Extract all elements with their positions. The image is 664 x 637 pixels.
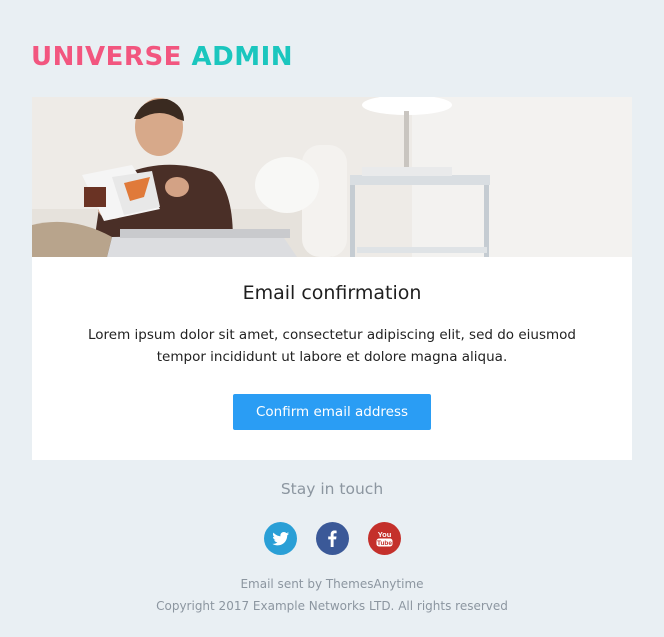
email-title: Email confirmation — [242, 282, 422, 304]
confirm-email-button[interactable]: Confirm email address — [233, 394, 431, 430]
stay-in-touch-heading: Stay in touch — [280, 480, 384, 498]
email-page: UNIVERSE ADMIN Email confirmation Lorem … — [0, 0, 664, 637]
email-card: Email confirmation Lorem ipsum dolor sit… — [32, 97, 632, 460]
copyright-text: Copyright 2017 Example Networks LTD. All… — [156, 599, 508, 613]
youtube-icon-text-top: You — [378, 530, 392, 539]
brand-word-admin: ADMIN — [191, 42, 294, 72]
brand-logo: UNIVERSE ADMIN — [31, 40, 293, 74]
youtube-icon[interactable]: You Tube — [368, 522, 401, 555]
hero-image — [32, 97, 632, 257]
sent-by-text: Email sent by ThemesAnytime — [240, 577, 424, 591]
email-body: Lorem ipsum dolor sit amet, consectetur … — [87, 327, 576, 365]
facebook-icon[interactable] — [316, 522, 349, 555]
twitter-icon[interactable] — [264, 522, 297, 555]
youtube-icon-text-bottom: Tube — [377, 540, 392, 547]
brand-word-universe: UNIVERSE — [31, 42, 182, 72]
